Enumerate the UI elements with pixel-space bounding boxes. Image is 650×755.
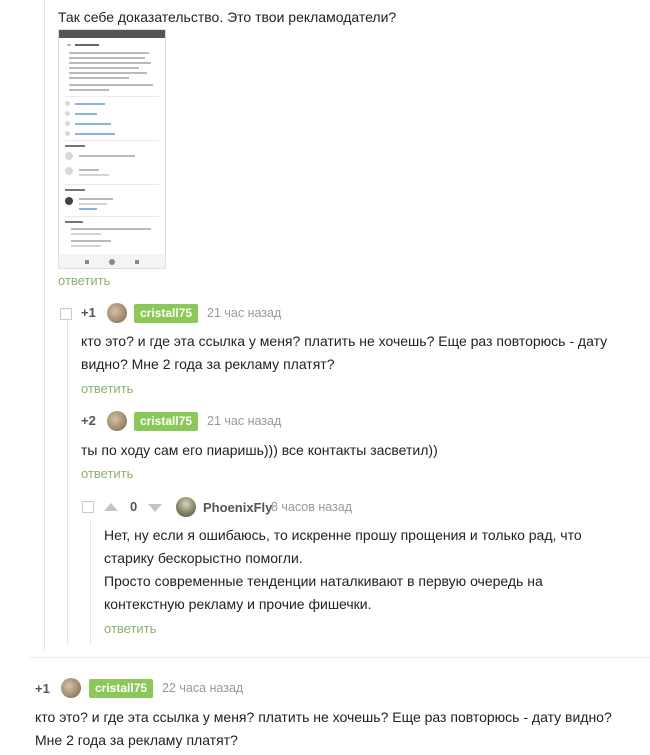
thread-line-level3 [90, 520, 91, 645]
thread-line-level2 [67, 320, 68, 645]
username-link[interactable]: PhoenixFly [203, 500, 272, 515]
comment-rating: +1 [35, 681, 50, 696]
comment-time[interactable]: 21 час назад [207, 414, 281, 428]
comment-time[interactable]: 8 часов назад [271, 500, 352, 514]
reply-link[interactable]: ответить [81, 466, 133, 481]
comment-text: ты по ходу сам его пиаришь))) все контак… [81, 442, 438, 458]
collapse-checkbox[interactable] [60, 308, 72, 320]
comment-paragraph: Нет, ну если я ошибаюсь, то искренне про… [104, 527, 582, 566]
downvote-icon[interactable] [148, 504, 162, 512]
collapse-checkbox[interactable] [82, 501, 94, 513]
reply-link[interactable]: ответить [81, 381, 133, 396]
user-avatar[interactable] [107, 303, 127, 323]
username-badge[interactable]: cristall75 [89, 679, 154, 698]
comment-time[interactable]: 21 час назад [207, 306, 281, 320]
reply-link[interactable]: ответить [104, 621, 156, 636]
username-badge[interactable]: cristall75 [134, 412, 199, 431]
comment-text: Нет, ну если я ошибаюсь, то искренне про… [104, 524, 624, 616]
user-avatar[interactable] [61, 678, 81, 698]
reply-link[interactable]: ответить [58, 273, 110, 288]
thread-line-outer [44, 0, 45, 650]
user-avatar[interactable] [107, 411, 127, 431]
user-avatar[interactable] [176, 497, 196, 517]
comment-rating: 0 [130, 499, 138, 514]
upvote-icon[interactable] [104, 503, 118, 511]
comment-rating: +2 [81, 413, 96, 428]
comment-time[interactable]: 22 часа назад [162, 681, 243, 695]
comment-text: кто это? и где эта ссылка у меня? платит… [35, 709, 612, 748]
comment-text: Так себе доказательство. Это твои реклам… [58, 9, 397, 25]
username-badge[interactable]: cristall75 [134, 304, 199, 323]
comment-rating: +1 [81, 305, 96, 320]
comment-paragraph: Просто современные тенденции наталкивают… [104, 573, 543, 612]
thread-separator [30, 657, 650, 658]
attached-screenshot-image[interactable] [58, 29, 166, 269]
comment-text: кто это? и где эта ссылка у меня? платит… [81, 333, 608, 372]
